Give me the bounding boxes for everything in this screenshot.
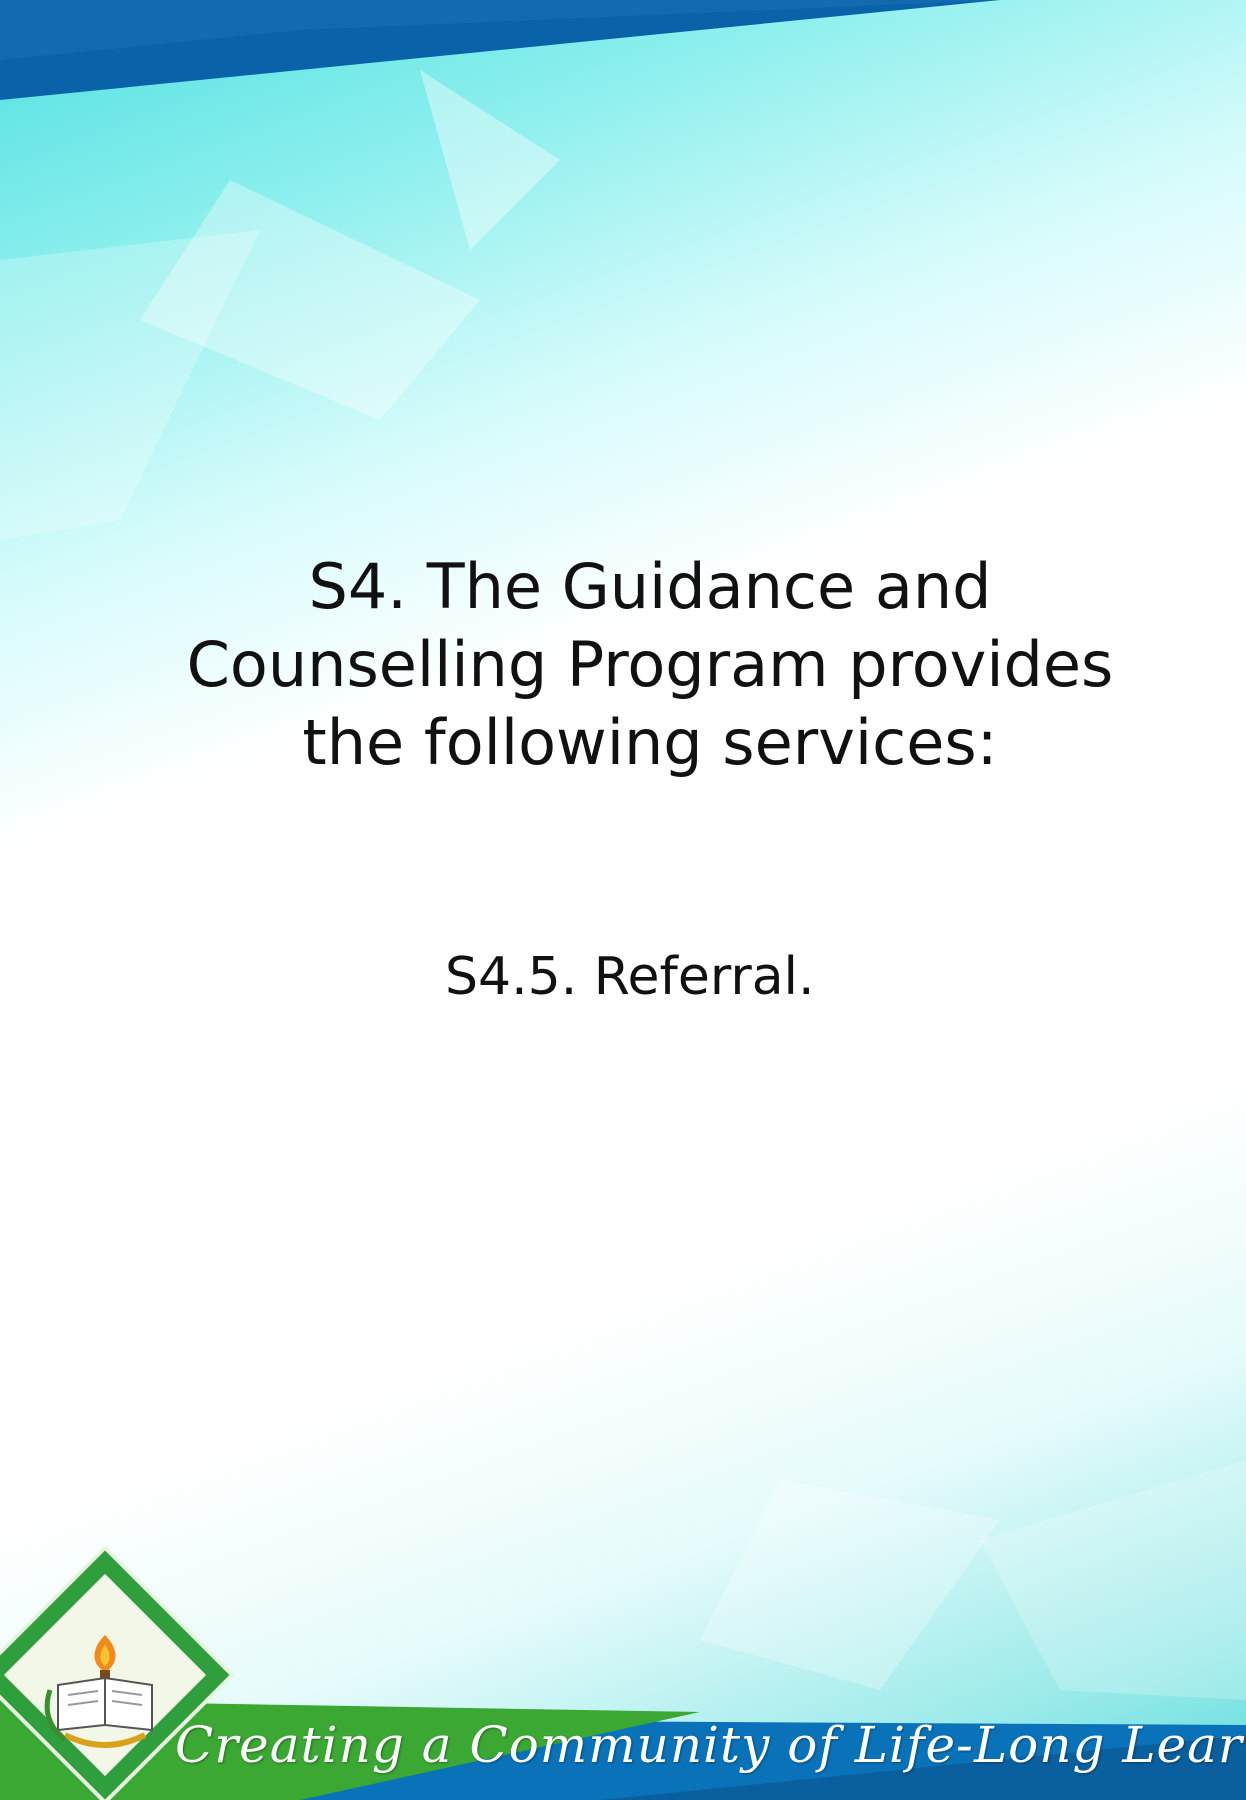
heading-line-2: Counselling Program provides xyxy=(186,628,1114,701)
slide-heading: S4. The Guidance and Counselling Program… xyxy=(150,548,1150,782)
service-item: S4.5. Referral. xyxy=(445,947,815,1007)
slide-page: S4. The Guidance and Counselling Program… xyxy=(0,0,1246,1800)
heading-line-1: S4. The Guidance and xyxy=(308,550,992,623)
heading-line-3: the following services: xyxy=(302,706,998,779)
footer-tagline: Creating a Community of Life-Long Learne… xyxy=(175,1716,1246,1774)
background-decoration xyxy=(0,0,1246,1800)
